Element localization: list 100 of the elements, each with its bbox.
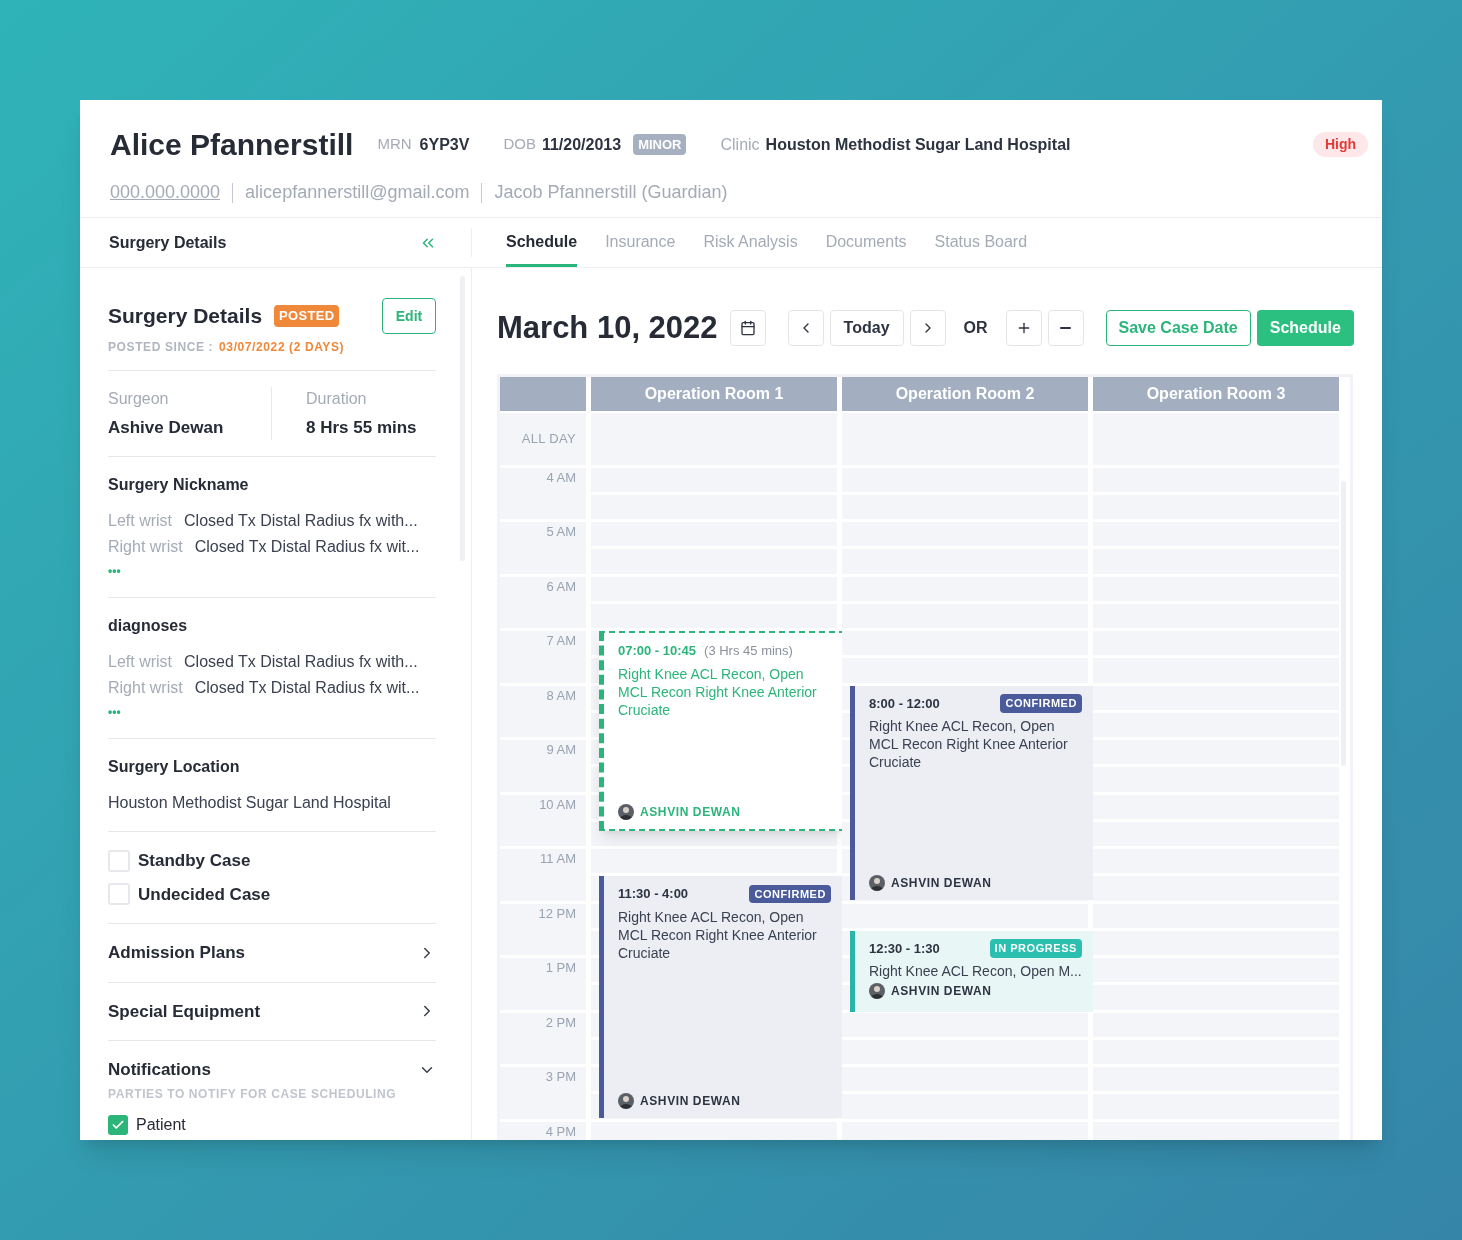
zoom-in-button[interactable] [1005, 310, 1042, 347]
patient-name: Alice Pfannerstill [110, 127, 354, 163]
status-badge: CONFIRMED [749, 884, 831, 904]
location-value: Houston Methodist Sugar Land Hospital [108, 793, 392, 813]
tab[interactable]: Status Board [934, 218, 1028, 267]
hour-label: 5 AM [546, 524, 576, 541]
priority-badge: High [1312, 132, 1368, 157]
dob-label: DOB [503, 134, 536, 155]
checkbox-label: Standby Case [138, 850, 251, 872]
hour-label: 10 AM [539, 796, 576, 814]
event-time: 12:30 - 1:30 [869, 939, 940, 958]
room-header: Operation Room 3 [1093, 376, 1339, 411]
zoom-out-button[interactable] [1047, 310, 1084, 347]
date-picker-button[interactable] [729, 310, 766, 347]
list-title: diagnoses [108, 616, 189, 636]
event-title: Right Knee ACL Recon, Open MCL Recon Right Knee Anterior Cruciate [618, 907, 818, 962]
side-label: Left wrist [108, 652, 172, 672]
surgeon-label: Surgeon [108, 388, 170, 409]
avatar-icon [618, 804, 634, 821]
hour-label: 9 AM [546, 742, 576, 759]
hour-label: 11 AM [540, 851, 576, 868]
hour-label: 3 PM [545, 1069, 576, 1086]
schedule-button[interactable]: Schedule [1256, 310, 1354, 347]
clinic-value: Houston Methodist Sugar Land Hospital [765, 134, 1071, 155]
hour-label: 1 PM [545, 960, 576, 977]
status-badge: POSTED [274, 305, 340, 327]
mrn-value: 6YP3V [419, 134, 470, 155]
tab[interactable]: Schedule [506, 218, 578, 267]
guardian-text: Jacob Pfannerstill (Guardian) [494, 181, 728, 204]
event-time: 8:00 - 12:00 [869, 694, 940, 713]
avatar-icon [869, 874, 885, 891]
avatar-icon [618, 1092, 634, 1109]
event-card[interactable]: 11:30 - 4:00 CONFIRMED Right Knee ACL Recon, Open MCL Recon Right Knee Anterior Cruciate ASHVIN DEWAN [599, 876, 845, 1118]
tab[interactable]: Risk Analysis [703, 218, 798, 267]
side-label: Left wrist [108, 511, 172, 531]
accordion-title[interactable]: Admission Plans [108, 940, 245, 966]
surgeon-name: ASHVIN DEWAN [891, 874, 992, 892]
side-label: Right wrist [108, 678, 183, 698]
accordion-subtitle: PARTIES TO NOTIFY FOR CASE SCHEDULING [108, 1085, 398, 1103]
surgeon-value: Ashive Dewan [108, 416, 225, 439]
event-time: 07:00 - 10:45 [618, 642, 697, 660]
status-badge: IN PROGRESS [989, 939, 1082, 958]
section-title: Surgery Details [108, 303, 263, 329]
side-label: Right wrist [108, 537, 183, 557]
more-button[interactable]: ••• [108, 706, 121, 718]
edit-button[interactable]: Edit [382, 298, 436, 334]
hour-label: 4 PM [545, 1123, 576, 1140]
procedure-text: Closed Tx Distal Radius fx wit... [194, 537, 420, 557]
event-card[interactable]: 12:30 - 1:30 IN PROGRESS Right Knee ACL Recon, Open M... ASHVIN DEWAN [850, 930, 1096, 1013]
accordion-title[interactable]: Special Equipment [108, 998, 261, 1024]
hour-label: 12 PM [538, 905, 576, 923]
posted-since-label: POSTED SINCE : [108, 338, 214, 356]
surgeon-name: ASHVIN DEWAN [640, 1092, 741, 1110]
save-case-date-button[interactable]: Save Case Date [1105, 310, 1251, 347]
checkbox[interactable] [108, 1114, 128, 1135]
checkbox[interactable] [108, 883, 130, 906]
tab[interactable]: Insurance [605, 218, 676, 267]
mrn-label: MRN [377, 134, 412, 155]
status-badge: CONFIRMED [1000, 694, 1082, 713]
room-header: Operation Room 2 [842, 376, 1088, 411]
more-button[interactable]: ••• [108, 565, 121, 577]
duration-value: 8 Hrs 55 mins [306, 416, 417, 439]
procedure-text: Closed Tx Distal Radius fx with... [184, 652, 418, 672]
all-day-label: ALL DAY [521, 429, 576, 448]
calendar-icon [739, 320, 756, 337]
event-title: Right Knee ACL Recon, Open MCL Recon Right Knee Anterior Cruciate [618, 664, 818, 719]
location-title: Surgery Location [108, 757, 241, 777]
today-button[interactable]: Today [829, 310, 904, 347]
hour-label: 8 AM [546, 687, 576, 705]
event-time: 11:30 - 4:00 [618, 885, 689, 904]
dob-value: 11/20/2013 [541, 134, 622, 155]
avatar-icon [869, 983, 885, 1000]
email-text: alicepfannerstill@gmail.com [245, 181, 470, 204]
hour-label: 4 AM [546, 469, 576, 487]
surgeon-name: ASHVIN DEWAN [891, 983, 992, 1001]
event-title: Right Knee ACL Recon, Open MCL Recon Right Knee Anterior Cruciate [869, 717, 1069, 771]
event-card[interactable]: 8:00 - 12:00 CONFIRMED Right Knee ACL Recon, Open MCL Recon Right Knee Anterior Cruciate ASHVIN DEWAN [850, 685, 1096, 900]
event-card[interactable]: 07:00 - 10:45 (3 Hrs 45 mins) Right Knee ACL Recon, Open MCL Recon Right Knee Anterior Cruciate ASHVIN DEWAN [599, 631, 845, 832]
checkbox-label: Patient [136, 1115, 186, 1134]
hour-label: 7 AM [546, 633, 576, 650]
tab[interactable]: Documents [825, 218, 907, 267]
sidebar-title: Surgery Details [109, 232, 227, 253]
list-title: Surgery Nickname [108, 475, 250, 495]
posted-since-date: 03/07/2022 (2 DAYS) [219, 338, 345, 356]
hour-label: 6 AM [546, 578, 576, 596]
previous-button[interactable] [787, 310, 824, 347]
accordion-title[interactable]: Notifications [108, 1057, 211, 1083]
minus-icon [1060, 327, 1072, 330]
room-header: Operation Room 1 [591, 376, 837, 411]
checkbox[interactable] [108, 849, 130, 872]
procedure-text: Closed Tx Distal Radius fx with... [184, 511, 418, 531]
next-button[interactable] [909, 310, 946, 347]
phone-link[interactable]: 000.000.0000 [110, 179, 221, 206]
clinic-label: Clinic [720, 134, 760, 155]
procedure-text: Closed Tx Distal Radius fx wit... [194, 678, 420, 698]
event-duration: (3 Hrs 45 mins) [704, 642, 793, 660]
surgeon-name: ASHVIN DEWAN [640, 804, 741, 822]
or-label: OR [963, 318, 988, 339]
event-title: Right Knee ACL Recon, Open M... [869, 962, 1082, 981]
calendar-date: March 10, 2022 [497, 309, 718, 347]
